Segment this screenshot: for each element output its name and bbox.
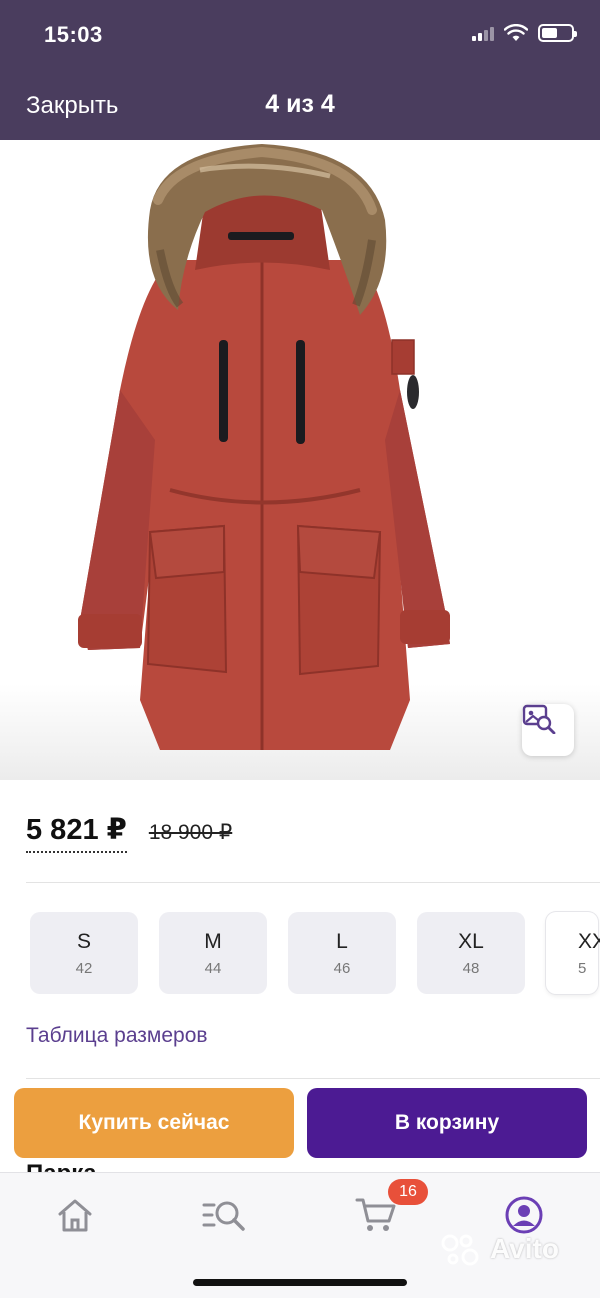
size-option[interactable]: L 46	[288, 912, 396, 994]
size-number: 48	[462, 959, 480, 977]
image-counter: 4 из 4	[265, 90, 335, 118]
size-option[interactable]: XL 48	[417, 912, 525, 994]
size-label: L	[336, 929, 348, 953]
tab-catalog[interactable]	[200, 1191, 248, 1239]
size-option[interactable]: XX 5	[546, 912, 600, 994]
jacket-illustration	[0, 140, 600, 780]
product-image[interactable]	[0, 140, 600, 780]
size-label: XL	[458, 929, 484, 953]
size-label: M	[204, 929, 222, 953]
watermark-text: Avito	[490, 1233, 559, 1264]
size-table-link[interactable]: Таблица размеров	[26, 1024, 208, 1048]
catalog-search-icon	[202, 1201, 245, 1231]
profile-icon	[505, 1196, 543, 1234]
size-label: XX	[578, 929, 600, 953]
price-row: 5 821 ₽ 18 900 ₽	[26, 812, 232, 853]
wifi-icon	[504, 24, 528, 41]
size-option[interactable]: M 44	[159, 912, 267, 994]
battery-icon	[538, 24, 577, 42]
image-search-button[interactable]	[522, 704, 574, 756]
image-search-icon	[522, 704, 556, 734]
size-label: S	[76, 929, 91, 953]
size-option[interactable]: S 42	[30, 912, 138, 994]
size-number: 46	[333, 959, 351, 977]
size-number: 5	[578, 959, 587, 977]
add-to-cart-button[interactable]: В корзину	[307, 1088, 587, 1158]
current-price[interactable]: 5 821 ₽	[26, 812, 127, 853]
home-indicator	[193, 1279, 407, 1286]
old-price: 18 900 ₽	[148, 821, 233, 844]
status-icons	[472, 24, 577, 42]
divider	[26, 882, 600, 883]
home-icon	[58, 1199, 92, 1232]
size-selector: S 42 M 44 L 46 XL 48 XX 5	[30, 912, 600, 994]
status-time: 15:03	[44, 22, 103, 47]
tab-home[interactable]	[51, 1191, 99, 1239]
avito-logo-icon	[441, 1234, 479, 1266]
cart-badge: 16	[388, 1179, 428, 1205]
signal-icon	[472, 25, 494, 41]
divider	[26, 1078, 600, 1079]
top-header: 15:03 Закрыть 4 из 4	[0, 0, 600, 140]
product-title: Парка	[26, 1160, 97, 1172]
size-number: 44	[204, 959, 222, 977]
buy-now-button[interactable]: Купить сейчас	[14, 1088, 294, 1158]
bottom-tab-bar: 16 Avito	[0, 1172, 600, 1298]
avito-watermark: Avito	[440, 1231, 559, 1267]
size-number: 42	[75, 959, 93, 977]
